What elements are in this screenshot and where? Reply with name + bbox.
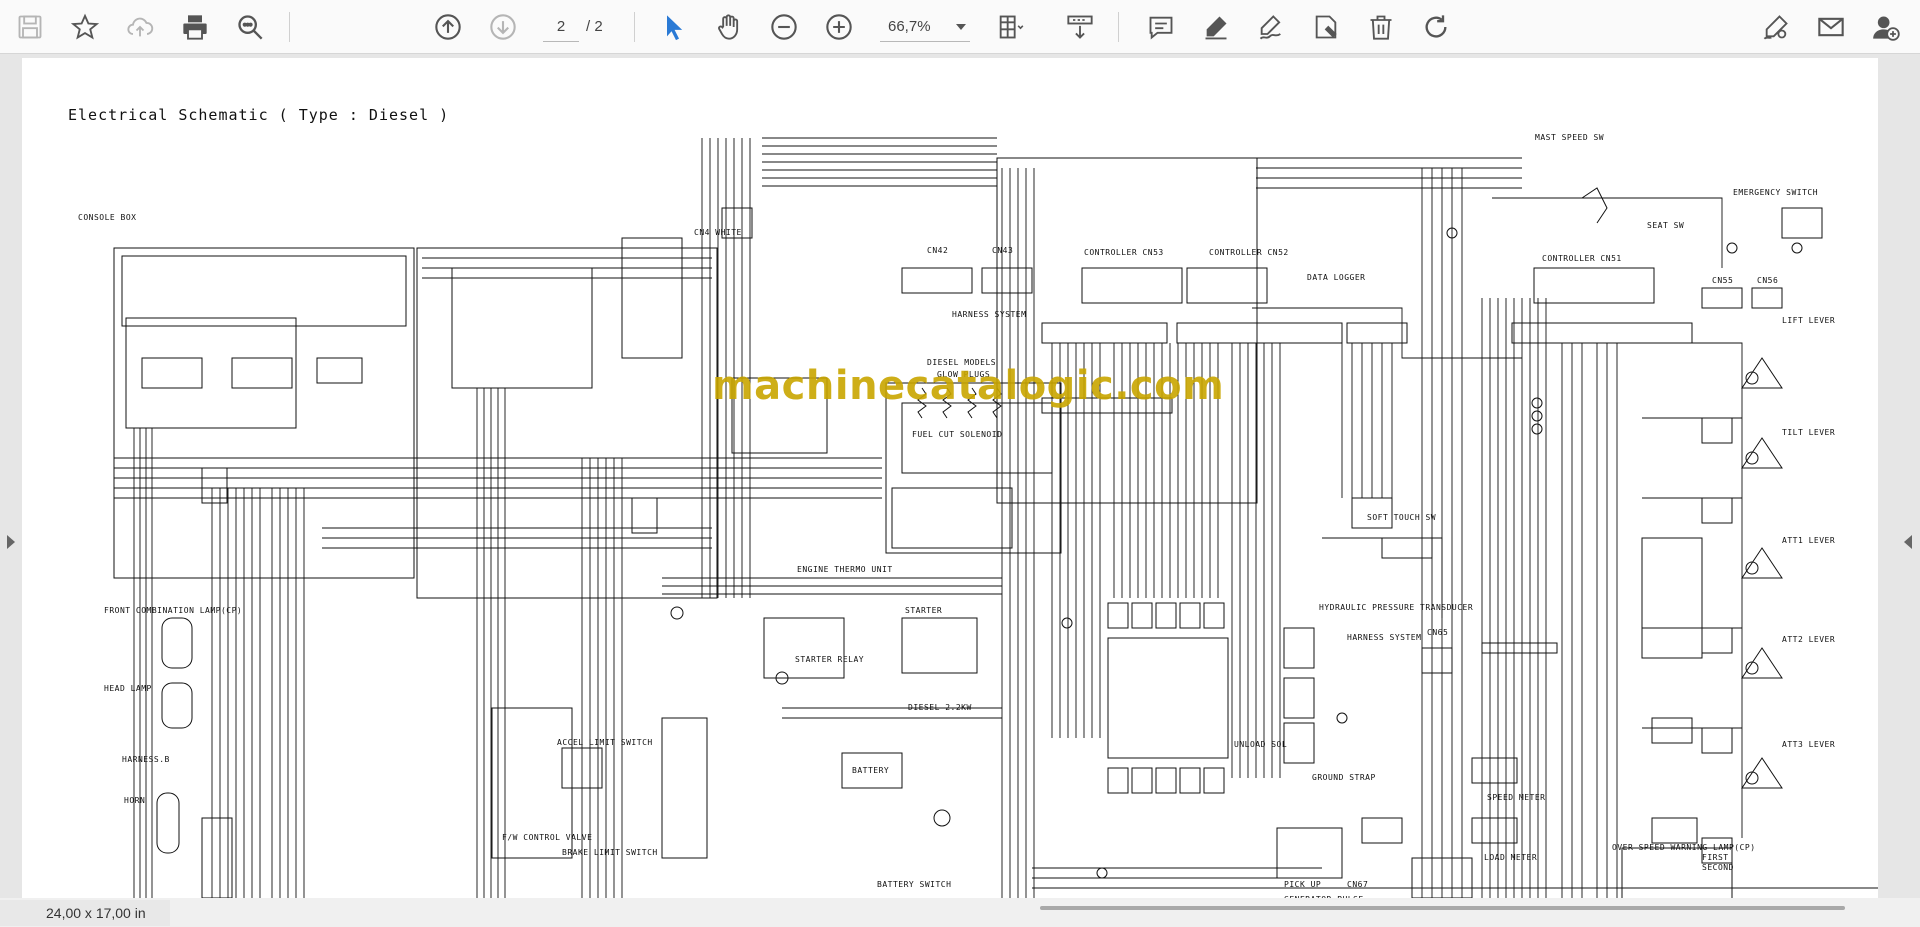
label-front-combination-lamp: FRONT COMBINATION LAMP(CP) [104,606,243,615]
label-harness-system: HARNESS SYSTEM [952,310,1027,319]
save-icon[interactable] [12,9,48,45]
zoom-level-value: 66,7% [888,18,931,35]
horizontal-scrollbar[interactable] [1040,906,1845,910]
label-cn55: CN55 [1712,276,1734,285]
label-lift-lever: LIFT LEVER [1782,316,1836,325]
pdf-page: Electrical Schematic ( Type : Diesel ) C… [22,58,1878,907]
label-speed-meter: SPEED METER [1487,793,1546,802]
label-horn: HORN [124,796,146,805]
label-emergency-switch: EMERGENCY SWITCH [1733,188,1819,197]
label-att1-lever: ATT1 LEVER [1782,536,1836,545]
left-panel-toggle-icon[interactable] [7,535,15,549]
label-battery: BATTERY [852,766,890,775]
page-number-input[interactable]: 2 [543,12,579,42]
label-fuel-cut-solenoid: FUEL CUT SOLENOID [912,430,1003,439]
label-engine-thermo-unit: ENGINE THERMO UNIT [797,565,893,574]
label-cn42: CN42 [927,246,949,255]
right-panel-toggle-icon[interactable] [1904,535,1912,549]
bookmark-star-icon[interactable] [67,9,103,45]
zoom-search-icon[interactable] [232,9,268,45]
highlight-pen-icon[interactable] [1198,9,1234,45]
label-harness-b: HARNESS.B [122,755,170,764]
label-brake-limit-switch: BRAKE LIMIT SWITCH [562,848,658,857]
draw-sign-icon[interactable] [1253,9,1289,45]
label-battery-switch: BATTERY SWITCH [877,880,952,889]
watermark: machinecatalogic.com [712,363,1225,409]
page-down-icon[interactable] [485,9,521,45]
delete-trash-icon[interactable] [1363,9,1399,45]
label-tilt-lever: TILT LEVER [1782,428,1836,437]
rotate-icon[interactable] [1418,9,1454,45]
label-seat-sw: SEAT SW [1647,221,1685,230]
label-pick-up: PICK UP [1284,880,1322,889]
upload-cloud-icon[interactable] [122,9,158,45]
status-bar [0,898,1920,927]
label-controller-cn52: CONTROLLER CN52 [1209,248,1289,257]
chevron-down-icon [956,24,966,30]
label-cn4-white: CN4 WHITE [694,228,742,237]
page-up-icon[interactable] [430,9,466,45]
label-hydraulic-pressure-transducer: HYDRAULIC PRESSURE TRANSDUCER [1319,603,1474,612]
label-fw-control-valve: F/W CONTROL VALVE [502,833,593,842]
label-unload-sol: UNLOAD SOL [1234,740,1288,749]
label-data-logger: DATA LOGGER [1307,273,1366,282]
toolbar-separator [1118,12,1119,42]
label-att2-lever: ATT2 LEVER [1782,635,1836,644]
label-load-meter: LOAD METER [1484,853,1538,862]
label-controller-cn51: CONTROLLER CN51 [1542,254,1622,263]
label-cn56: CN56 [1757,276,1779,285]
label-controller-cn53: CONTROLLER CN53 [1084,248,1164,257]
label-console-box: CONSOLE BOX [78,213,137,222]
select-cursor-icon[interactable] [656,9,692,45]
scroll-mode-icon[interactable] [1062,9,1098,45]
toolbar-separator [634,12,635,42]
label-cn65: CN65 [1427,628,1449,637]
zoom-out-icon[interactable] [766,9,802,45]
label-mast-speed-sw: MAST SPEED SW [1535,133,1605,142]
toolbar-separator [289,12,290,42]
fit-page-icon[interactable] [992,9,1028,45]
label-accel-limit-switch: ACCEL LIMIT SWITCH [557,738,653,747]
zoom-level-select[interactable]: 66,7% [880,12,970,42]
print-icon[interactable] [177,9,213,45]
page-total-label: / 2 [586,18,603,35]
fill-sign-icon[interactable] [1758,9,1794,45]
label-soft-touch-sw: SOFT TOUCH SW [1367,513,1437,522]
comment-icon[interactable] [1143,9,1179,45]
label-ground-strap: GROUND STRAP [1312,773,1376,782]
hand-pan-icon[interactable] [711,9,747,45]
stamp-icon[interactable] [1308,9,1344,45]
label-first: FIRST [1702,853,1729,862]
toolbar: 2 / 2 66,7% [0,0,1920,54]
add-user-icon[interactable] [1868,9,1904,45]
label-over-speed-warning-lamp: OVER SPEED WARNING LAMP(CP) [1612,843,1756,852]
label-att3-lever: ATT3 LEVER [1782,740,1836,749]
label-cn67: CN67 [1347,880,1369,889]
page-size-label: 24,00 x 17,00 in [0,900,170,926]
schematic-diagram [113,137,1878,904]
label-starter-relay: STARTER RELAY [795,655,865,664]
label-diesel-kw: DIESEL 2.2KW [908,703,972,712]
label-head-lamp: HEAD LAMP [104,684,152,693]
label-cn43: CN43 [992,246,1014,255]
document-viewer[interactable]: Electrical Schematic ( Type : Diesel ) C… [0,55,1920,907]
label-harness-system-2: HARNESS SYSTEM [1347,633,1422,642]
label-starter: STARTER [905,606,943,615]
email-icon[interactable] [1813,9,1849,45]
zoom-in-icon[interactable] [821,9,857,45]
label-second: SECOND [1702,863,1734,872]
